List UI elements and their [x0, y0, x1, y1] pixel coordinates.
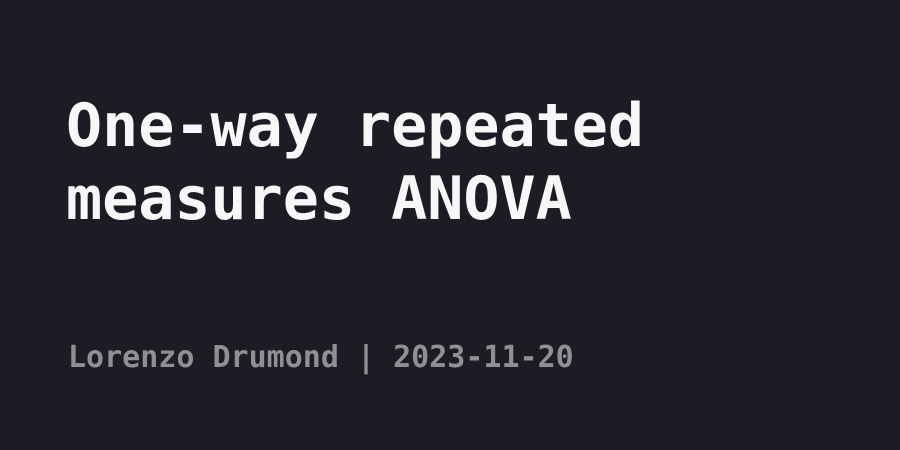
byline-separator: | [357, 340, 376, 375]
post-byline: Lorenzo Drumond | 2023-11-20 [68, 340, 574, 376]
post-date: 2023-11-20 [393, 340, 574, 375]
post-card: One-way repeated measures ANOVA Lorenzo … [0, 0, 900, 450]
post-title: One-way repeated measures ANOVA [66, 91, 644, 235]
author-name: Lorenzo Drumond [68, 340, 339, 375]
